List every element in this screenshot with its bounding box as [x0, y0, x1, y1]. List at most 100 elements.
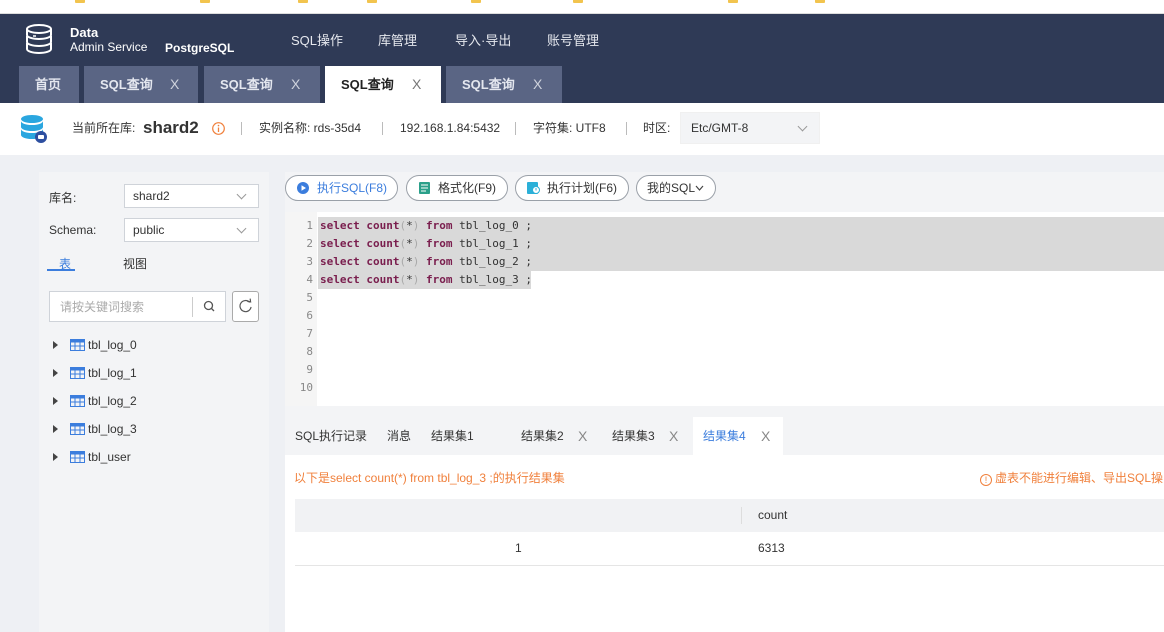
close-icon[interactable]: X: [291, 66, 300, 103]
schema-select-value: public: [133, 223, 165, 237]
tab-sql-query-4[interactable]: SQL查询 X: [446, 66, 562, 103]
sql-editor[interactable]: 1 2 3 4 5 6 7 8 9 10 select count(*) from tbl_log…: [285, 212, 1164, 406]
db-select-label: 库名:: [49, 191, 77, 205]
app-logo-text: Data Admin Service: [70, 26, 147, 55]
close-icon[interactable]: X: [761, 417, 770, 455]
bookmark-folder-icon[interactable]: [200, 0, 210, 3]
chevron-down-icon: [236, 223, 247, 234]
menu-import-export[interactable]: 导入·导出: [455, 30, 511, 49]
refresh-icon[interactable]: [232, 291, 259, 322]
bookmark-folder-icon[interactable]: [728, 0, 738, 3]
close-icon[interactable]: X: [412, 66, 421, 103]
tab-result-4[interactable]: 结果集4 X: [693, 417, 783, 455]
table-item[interactable]: tbl_log_0: [53, 337, 253, 355]
bookmark-folder-icon[interactable]: [573, 0, 583, 3]
active-tab-indicator: [47, 269, 75, 271]
warning-icon: !: [980, 474, 992, 486]
my-sql-button[interactable]: 我的SQL: [636, 175, 716, 201]
table-row[interactable]: 1 6313: [295, 532, 1164, 566]
tab-result-1[interactable]: 结果集1: [431, 417, 474, 455]
chevron-down-icon: [236, 189, 247, 200]
tab-messages[interactable]: 消息: [387, 417, 411, 455]
table-name: tbl_log_1: [88, 366, 137, 380]
schema-select[interactable]: public: [124, 218, 259, 242]
search-icon[interactable]: [193, 292, 226, 321]
explain-plan-button[interactable]: 执行计划(F6): [515, 175, 629, 201]
expand-arrow-icon[interactable]: [53, 425, 58, 433]
table-search-input[interactable]: [50, 292, 192, 321]
readonly-warning-text: 虚表不能进行编辑、导出SQL操: [995, 471, 1164, 485]
line-number: 8: [306, 345, 313, 358]
close-icon[interactable]: X: [170, 66, 179, 103]
result-tabs: SQL执行记录 消息 结果集1 结果集2 X 结果集3 X 结果集4 X: [285, 417, 1164, 455]
play-icon: [297, 182, 309, 194]
divider: [515, 122, 516, 135]
menu-account-manage[interactable]: 账号管理: [547, 30, 599, 49]
tab-label: 首页: [35, 77, 62, 92]
expand-arrow-icon[interactable]: [53, 453, 58, 461]
format-icon: [419, 182, 430, 194]
tab-sql-query-2[interactable]: SQL查询 X: [204, 66, 320, 103]
sql-workspace: 执行SQL(F8) 格式化(F9) 执行计划(F6) 我的SQL 1 2 3 4 5 6 7…: [285, 172, 1164, 632]
timezone-label: 时区:: [643, 121, 671, 135]
close-icon[interactable]: X: [669, 417, 678, 455]
db-select-value: shard2: [133, 189, 170, 203]
info-icon[interactable]: [212, 122, 225, 135]
plan-icon: [527, 182, 540, 194]
line-number: 6: [306, 309, 313, 322]
db-select[interactable]: shard2: [124, 184, 259, 208]
close-icon[interactable]: X: [533, 66, 542, 103]
tab-label: SQL查询: [462, 77, 515, 92]
table-icon: [70, 451, 85, 463]
cell-count: 6313: [758, 541, 785, 555]
bookmark-folder-icon[interactable]: [75, 0, 85, 3]
divider: [626, 122, 627, 135]
chevron-down-icon: [695, 185, 704, 191]
line-number: 4: [306, 273, 313, 286]
result-table-header: count: [295, 499, 1164, 532]
run-sql-button[interactable]: 执行SQL(F8): [285, 175, 398, 201]
table-item[interactable]: tbl_log_1: [53, 365, 253, 383]
table-item[interactable]: tbl_log_3: [53, 421, 253, 439]
tab-sql-history[interactable]: SQL执行记录: [295, 417, 367, 455]
table-icon: [70, 339, 85, 351]
bookmark-folder-icon[interactable]: [298, 0, 308, 3]
expand-arrow-icon[interactable]: [53, 341, 58, 349]
expand-arrow-icon[interactable]: [53, 397, 58, 405]
tab-home[interactable]: 首页: [19, 66, 79, 103]
current-db-label: 当前所在库:: [72, 121, 136, 135]
tab-result-2[interactable]: 结果集2 X: [521, 417, 591, 455]
divider: [382, 122, 383, 135]
table-name: tbl_log_3: [88, 422, 137, 436]
tab-sql-query-3[interactable]: SQL查询 X: [325, 66, 441, 103]
run-sql-label: 执行SQL(F8): [317, 181, 388, 195]
tab-sql-query-1[interactable]: SQL查询 X: [84, 66, 198, 103]
menu-db-manage[interactable]: 库管理: [378, 30, 417, 49]
format-button[interactable]: 格式化(F9): [406, 175, 508, 201]
tab-result-3[interactable]: 结果集3 X: [612, 417, 682, 455]
table-item[interactable]: tbl_user: [53, 449, 253, 467]
tab-label: 结果集4: [703, 429, 746, 443]
instance-name: 实例名称: rds-35d4: [259, 121, 362, 135]
bookmark-folder-icon[interactable]: [367, 0, 377, 3]
tab-label: SQL查询: [220, 77, 273, 92]
expand-arrow-icon[interactable]: [53, 369, 58, 377]
result-panel: 以下是select count(*) from tbl_log_3 ;的执行结果…: [285, 455, 1164, 632]
tab-label: SQL执行记录: [295, 429, 368, 443]
tab-label: SQL查询: [100, 77, 153, 92]
table-item[interactable]: tbl_log_2: [53, 393, 253, 411]
instance-info-bar: 当前所在库: shard2 实例名称: rds-35d4 192.168.1.8…: [0, 103, 1164, 155]
line-number: 1: [306, 219, 313, 232]
menu-sql-ops[interactable]: SQL操作: [291, 30, 343, 49]
close-icon[interactable]: X: [578, 417, 587, 455]
column-header: count: [758, 508, 788, 522]
tab-label: 消息: [387, 429, 412, 443]
table-icon: [70, 423, 85, 435]
database-icon: [21, 115, 47, 143]
line-number: 7: [306, 327, 313, 340]
bookmark-folder-icon[interactable]: [815, 0, 825, 3]
timezone-select[interactable]: Etc/GMT-8: [680, 112, 820, 144]
column-divider[interactable]: [741, 507, 742, 524]
tab-views[interactable]: 视图: [123, 255, 147, 272]
bookmark-folder-icon[interactable]: [471, 0, 481, 3]
